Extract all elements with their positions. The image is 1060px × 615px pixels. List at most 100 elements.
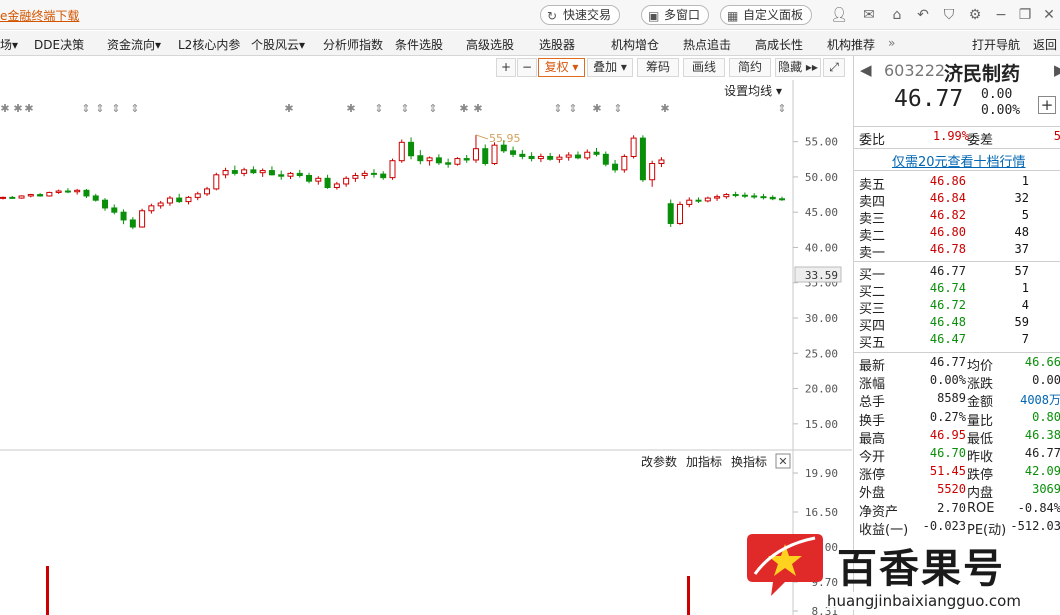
- stat-label: 跌停: [967, 468, 994, 484]
- menu-item-hot-chase[interactable]: 热点追击: [683, 36, 731, 53]
- custom-panel-button[interactable]: ▦ 自定义面板: [720, 5, 813, 25]
- stat-label: 金额: [967, 395, 994, 411]
- home-icon[interactable]: ⌂: [888, 6, 906, 24]
- candle-body: [315, 177, 322, 182]
- menu-item-advanced-screen[interactable]: 高级选股: [466, 36, 514, 53]
- download-link[interactable]: e金融终端下载: [0, 7, 79, 24]
- order-ratio-row: 委比 1.99% 委差 5: [854, 129, 1060, 148]
- ask-row: 卖四 46.84 32: [854, 191, 1060, 210]
- indicator-tick-label: 16.50: [805, 506, 838, 519]
- chart-toolbar: + − 复权 ▾ 叠加 ▾ 筹码 画线 简约 隐藏 ▸▸ ⤢: [0, 56, 852, 80]
- brand-logo: [747, 534, 823, 596]
- menu-item-analyst-index[interactable]: 分析师指数: [323, 36, 383, 53]
- menu-item-screener[interactable]: 选股器: [539, 36, 575, 53]
- bid-volume: 59: [1014, 315, 1029, 329]
- candle-body: [435, 157, 442, 164]
- menu-item-condition-screen[interactable]: 条件选股: [395, 36, 443, 53]
- menu-more-button[interactable]: »: [888, 36, 895, 50]
- watermark: 百香果号 huangjinbaixiangguo.com: [745, 530, 1060, 615]
- switch-indicator-button[interactable]: 换指标: [731, 454, 767, 469]
- stat-label: 昨收: [967, 450, 994, 465]
- simple-mode-button[interactable]: 简约: [729, 58, 771, 77]
- event-marker: ✱: [24, 102, 33, 115]
- menu-item-inst-recommend[interactable]: 机构推荐: [827, 36, 875, 53]
- quick-trade-label: 快速交易: [563, 8, 612, 22]
- divider: [854, 261, 1060, 262]
- stat-label: 均价: [967, 359, 994, 374]
- candle-body: [176, 197, 183, 203]
- candle-body: [510, 150, 517, 155]
- menu-item-market[interactable]: 场▾: [0, 36, 18, 53]
- stat-label: 总手: [859, 395, 886, 411]
- stat-row: 换手 0.27% 量比 0.80: [854, 409, 1060, 429]
- candle-body: [333, 183, 340, 188]
- prev-stock-icon[interactable]: ◀: [860, 61, 872, 79]
- menu-item-fund-flow[interactable]: 资金流向▾: [107, 36, 161, 53]
- adjust-price-dropdown[interactable]: 复权 ▾: [538, 58, 585, 77]
- close-indicator-icon: ✕: [778, 455, 787, 468]
- quick-trade-button[interactable]: ↻ 快速交易: [540, 5, 621, 25]
- bid-price: 46.47: [929, 332, 966, 346]
- close-icon[interactable]: ✕: [1040, 6, 1058, 24]
- candle-body: [537, 155, 544, 160]
- zoom-out-button[interactable]: −: [517, 58, 537, 77]
- candle-body: [649, 163, 656, 181]
- user-icon[interactable]: 👤︎: [830, 6, 848, 24]
- stat-row: 总手 8589 金额 4008万: [854, 391, 1060, 411]
- stat-value: 46.38: [1024, 427, 1060, 442]
- menu-item-high-growth[interactable]: 高成长性: [755, 36, 803, 53]
- stat-label: 外盘: [859, 486, 886, 502]
- chip-distribution-button[interactable]: 筹码: [637, 58, 679, 77]
- edit-params-button[interactable]: 改参数: [641, 454, 677, 469]
- bid-volume: 4: [1021, 298, 1029, 312]
- menu-item-l2[interactable]: L2核心内参: [178, 36, 240, 53]
- candle-body: [519, 153, 526, 157]
- stat-value: 0.00%: [929, 373, 966, 388]
- bid-price: 46.74: [929, 281, 966, 295]
- bid-row: 买二 46.74 1: [854, 281, 1060, 300]
- draw-line-button[interactable]: 画线: [683, 58, 725, 77]
- candle-body: [686, 199, 693, 205]
- hide-panel-button[interactable]: 隐藏 ▸▸: [775, 58, 821, 77]
- next-stock-icon[interactable]: ▶: [1054, 61, 1060, 79]
- stat-label: 涨幅: [859, 377, 886, 393]
- multi-window-button[interactable]: ▣ 多窗口: [641, 5, 710, 25]
- expand-icon[interactable]: ⤢: [823, 58, 845, 77]
- back-button[interactable]: 返回: [1033, 36, 1057, 53]
- candle-body: [27, 194, 34, 197]
- high-price-label: 55.95: [489, 132, 521, 145]
- candle-body: [9, 196, 16, 199]
- menu-item-stock-news[interactable]: 个股风云▾: [251, 36, 305, 53]
- menu-item-dde[interactable]: DDE决策: [34, 36, 84, 53]
- candle-body: [612, 163, 619, 171]
- stat-value: 2.70: [937, 500, 966, 515]
- candle-body: [463, 158, 470, 161]
- candle-body: [74, 189, 81, 193]
- restore-icon[interactable]: ❐: [1016, 6, 1034, 24]
- candle-body: [111, 207, 118, 213]
- menu-item-inst-increase[interactable]: 机构增仓: [611, 36, 659, 53]
- minimize-icon[interactable]: −: [992, 6, 1010, 24]
- add-watchlist-button[interactable]: +: [1038, 96, 1056, 114]
- open-nav-button[interactable]: 打开导航: [972, 36, 1020, 53]
- bid-label: 买五: [859, 336, 886, 351]
- back-icon[interactable]: ↶: [914, 6, 932, 24]
- shirt-icon[interactable]: ⛉: [940, 6, 958, 24]
- candle-body: [556, 156, 563, 160]
- settings-icon[interactable]: ⚙: [966, 6, 984, 24]
- mail-icon[interactable]: ✉: [860, 6, 878, 24]
- kline-chart[interactable]: 设置均线 ▾ ✱ ✱ ✱ ⇕ ⇕ ⇕ ⇕ ✱ ✱ ⇕ ⇕ ⇕ ✱ ✱ ⇕ ⇕ ✱ ⇕ ✱ ⇕ 55.0050.0045…: [0, 80, 852, 615]
- zoom-in-button[interactable]: +: [496, 58, 516, 77]
- candle-body: [380, 173, 387, 179]
- set-ma-label[interactable]: 设置均线 ▾: [724, 84, 782, 98]
- ask-volume: 48: [1014, 225, 1029, 239]
- add-indicator-button[interactable]: 加指标: [686, 454, 722, 469]
- stat-row: 外盘 5520 内盘 3069: [854, 482, 1060, 502]
- overlay-dropdown[interactable]: 叠加 ▾: [587, 58, 633, 77]
- candle-body: [46, 191, 53, 197]
- event-marker: ✱: [592, 102, 601, 115]
- price-tick-label: 20.00: [805, 383, 838, 396]
- price-axis: 55.0050.0045.0040.0035.0030.0025.0020.00…: [793, 136, 838, 431]
- level2-promo-link[interactable]: 仅需20元查看十档行情: [892, 151, 1026, 170]
- stat-value: 0.27%: [929, 409, 966, 424]
